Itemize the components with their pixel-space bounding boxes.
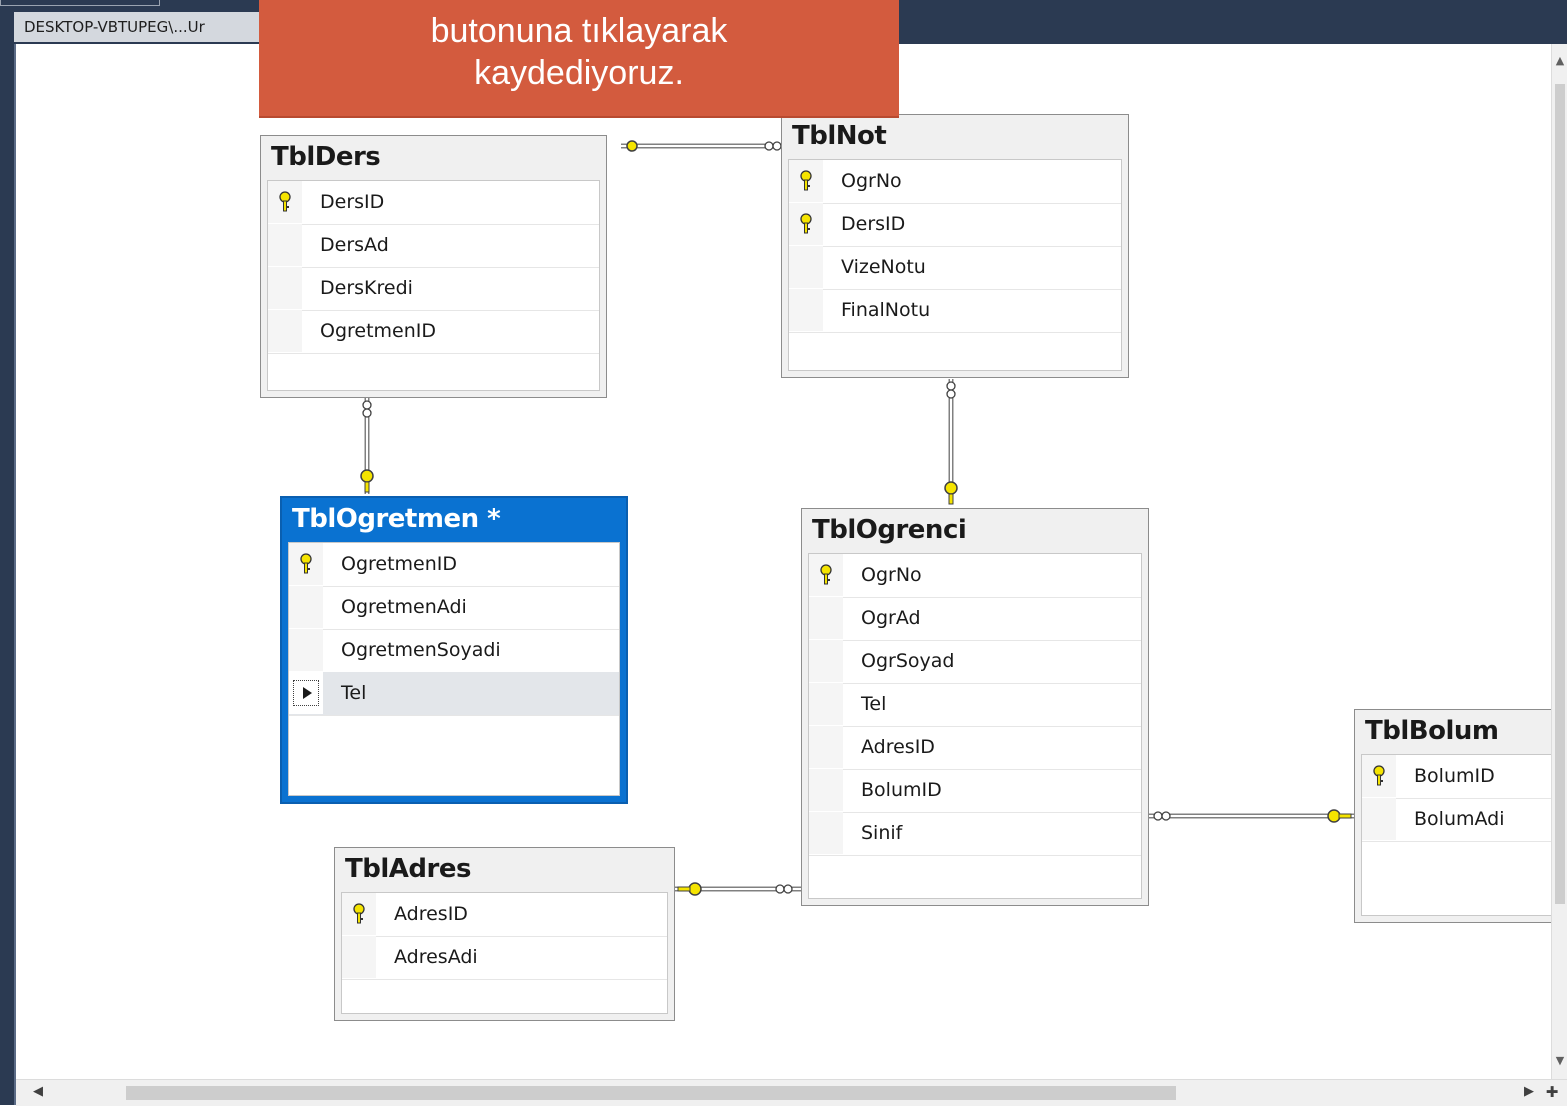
column-row[interactable]: FinalNotu bbox=[789, 289, 1121, 333]
relationship-adres-ogrenci[interactable] bbox=[674, 882, 802, 896]
relationship-ders-not[interactable] bbox=[621, 140, 784, 152]
column-row[interactable]: OgrNo bbox=[809, 554, 1141, 598]
zoom-fit-icon[interactable]: ✚ bbox=[1544, 1083, 1560, 1101]
column-row[interactable]: Tel bbox=[809, 683, 1141, 727]
scroll-left-icon[interactable]: ◀ bbox=[30, 1083, 46, 1101]
column-grid: OgrNo OgrAd OgrSoyad Tel AdresID BolumID… bbox=[808, 553, 1142, 899]
primary-key-icon bbox=[300, 553, 312, 574]
column-row-current[interactable]: Tel bbox=[289, 672, 619, 716]
column-row[interactable]: OgrAd bbox=[809, 597, 1141, 641]
primary-key-icon bbox=[800, 213, 812, 234]
document-tab[interactable]: DESKTOP-VBTUPEG\...Ur bbox=[14, 12, 264, 42]
table-tblogretmen[interactable]: TblOgretmen * OgretmenID OgretmenAdi Ogr… bbox=[280, 496, 628, 804]
left-gutter bbox=[0, 44, 16, 1105]
column-grid: AdresID AdresAdi bbox=[341, 892, 668, 1014]
horizontal-scroll-thumb[interactable] bbox=[126, 1086, 1176, 1100]
scroll-right-icon[interactable]: ▶ bbox=[1521, 1083, 1537, 1101]
column-row[interactable]: AdresID bbox=[342, 893, 667, 937]
table-title: TblBolum bbox=[1365, 716, 1499, 746]
column-row[interactable]: VizeNotu bbox=[789, 246, 1121, 290]
callout-line-2: kaydediyoruz. bbox=[474, 54, 684, 92]
tab-top-border bbox=[0, 0, 160, 6]
column-row[interactable]: AdresAdi bbox=[342, 936, 667, 980]
table-title: TblOgrenci bbox=[812, 515, 967, 545]
primary-key-icon bbox=[800, 170, 812, 191]
vertical-scroll-thumb[interactable] bbox=[1555, 84, 1565, 904]
column-row[interactable]: AdresID bbox=[809, 726, 1141, 770]
relationship-ders-ogretmen[interactable] bbox=[360, 396, 374, 494]
table-tbladres[interactable]: TblAdres AdresID AdresAdi bbox=[334, 847, 675, 1021]
column-row[interactable]: BolumID bbox=[809, 769, 1141, 813]
primary-key-icon bbox=[353, 903, 365, 924]
callout-line-1: butonuna tıklayarak bbox=[430, 12, 728, 50]
primary-key-icon bbox=[1373, 765, 1385, 786]
table-tblbolum[interactable]: TblBolum BolumID BolumAdi bbox=[1354, 709, 1551, 923]
column-row[interactable]: DersID bbox=[268, 181, 599, 225]
column-row[interactable]: BolumAdi bbox=[1362, 798, 1551, 842]
table-title: TblNot bbox=[792, 121, 887, 151]
column-grid: OgretmenID OgretmenAdi OgretmenSoyadi Te… bbox=[288, 542, 620, 796]
primary-key-icon bbox=[279, 191, 291, 212]
table-title: TblAdres bbox=[345, 854, 471, 884]
column-grid: DersID DersAd DersKredi OgretmenID bbox=[267, 180, 600, 391]
scroll-up-icon[interactable]: ▲ bbox=[1554, 54, 1566, 68]
column-row[interactable]: DersID bbox=[789, 203, 1121, 247]
column-row[interactable]: OgrSoyad bbox=[809, 640, 1141, 684]
column-row[interactable]: BolumID bbox=[1362, 755, 1551, 799]
column-row[interactable]: OgretmenSoyadi bbox=[289, 629, 619, 673]
column-row[interactable]: DersAd bbox=[268, 224, 599, 268]
column-row[interactable]: DersKredi bbox=[268, 267, 599, 311]
column-grid: OgrNo DersID VizeNotu FinalNotu bbox=[788, 159, 1122, 371]
column-row[interactable]: OgretmenAdi bbox=[289, 586, 619, 630]
table-title: TblOgretmen * bbox=[292, 504, 501, 534]
primary-key-icon bbox=[820, 564, 832, 585]
column-grid: BolumID BolumAdi bbox=[1361, 754, 1551, 916]
table-tblnot[interactable]: TblNot OgrNo DersID VizeNotu FinalNotu bbox=[781, 114, 1129, 378]
scroll-down-icon[interactable]: ▼ bbox=[1554, 1054, 1566, 1068]
current-row-arrow-icon bbox=[293, 680, 319, 706]
relationship-not-ogrenci[interactable] bbox=[944, 379, 958, 505]
column-row[interactable]: OgretmenID bbox=[268, 310, 599, 354]
table-title: TblDers bbox=[271, 142, 381, 172]
diagram-canvas[interactable]: TblDers DersID DersAd DersKredi Ogretmen… bbox=[16, 44, 1551, 1079]
column-row[interactable]: OgretmenID bbox=[289, 543, 619, 587]
table-tbldders[interactable]: TblDers DersID DersAd DersKredi Ogretmen… bbox=[260, 135, 607, 398]
column-row[interactable]: Sinif bbox=[809, 812, 1141, 856]
relationship-ogrenci-bolum[interactable] bbox=[1148, 809, 1354, 823]
column-row[interactable]: OgrNo bbox=[789, 160, 1121, 204]
table-tblogrenci[interactable]: TblOgrenci OgrNo OgrAd OgrSoyad Tel Adre… bbox=[801, 508, 1149, 906]
horizontal-scrollbar[interactable]: ◀ ▶ ✚ bbox=[16, 1079, 1567, 1106]
vertical-scrollbar[interactable]: ▲ ▼ bbox=[1551, 44, 1567, 1084]
instruction-callout: butonuna tıklayarak kaydediyoruz. bbox=[259, 0, 899, 118]
